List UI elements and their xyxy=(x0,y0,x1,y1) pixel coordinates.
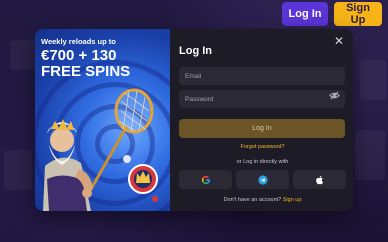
promo-text: Weekly reloads up to €700 + 130 FREE SPI… xyxy=(41,37,130,80)
signup-prompt-text: Don't have an account? xyxy=(223,197,282,203)
background-tile xyxy=(4,150,32,190)
telegram-login-button[interactable] xyxy=(236,170,289,189)
hide-password-icon[interactable] xyxy=(329,90,340,101)
promo-banner: Weekly reloads up to €700 + 130 FREE SPI… xyxy=(35,29,170,211)
background-tile xyxy=(355,130,385,180)
google-icon xyxy=(201,175,210,184)
login-form: Log In ✕ Log In Forgot password? or Log … xyxy=(170,29,353,211)
telegram-icon xyxy=(257,174,268,185)
signup-prompt: Don't have an account? Sign up xyxy=(179,197,346,203)
social-login-buttons xyxy=(179,170,346,189)
login-modal: Weekly reloads up to €700 + 130 FREE SPI… xyxy=(35,29,353,211)
header-signup-button[interactable]: Sign Up xyxy=(334,2,382,26)
signup-link[interactable]: Sign up xyxy=(283,197,302,203)
header-login-button[interactable]: Log In xyxy=(282,2,328,26)
background-tile xyxy=(360,60,386,100)
promo-amount: €700 + 130 xyxy=(41,47,117,64)
password-field[interactable] xyxy=(179,90,345,108)
email-field[interactable] xyxy=(179,67,345,85)
login-submit-button[interactable]: Log In xyxy=(179,119,345,138)
login-title: Log In xyxy=(179,45,212,57)
top-bar: Log In Sign Up xyxy=(282,0,388,28)
apple-login-button[interactable] xyxy=(293,170,346,189)
forgot-password-link[interactable]: Forgot password? xyxy=(179,144,346,150)
promo-free-spins: FREE SPINS xyxy=(41,63,131,80)
google-login-button[interactable] xyxy=(179,170,232,189)
apple-icon xyxy=(315,175,323,184)
promo-subtitle: Weekly reloads up to xyxy=(41,37,116,46)
social-login-divider: or Log in directly with xyxy=(236,159,289,165)
zeus-character-illustration xyxy=(43,88,158,211)
close-icon[interactable]: ✕ xyxy=(332,34,346,48)
